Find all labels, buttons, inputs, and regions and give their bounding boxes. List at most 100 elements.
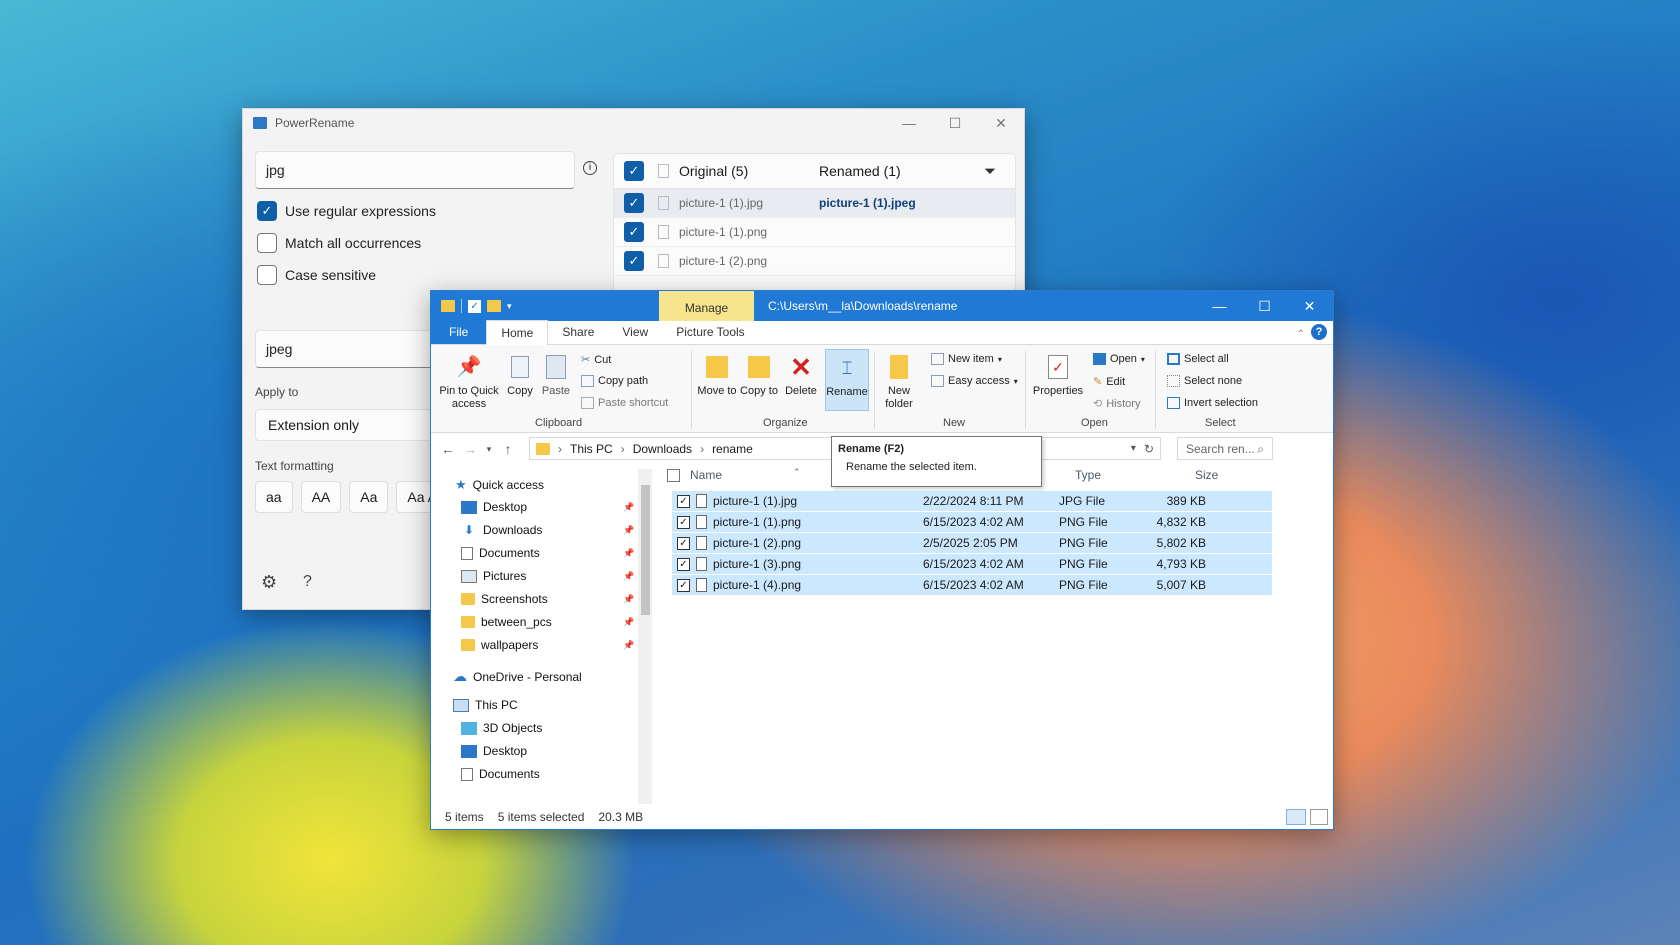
close-button[interactable]: ✕	[978, 115, 1024, 132]
filter-icon[interactable]: ⏷	[984, 163, 996, 180]
breadcrumb-downloads[interactable]: Downloads	[633, 442, 692, 456]
move-to-button[interactable]: Move to	[697, 353, 737, 398]
move-to-icon	[704, 353, 730, 381]
help-icon[interactable]: ?	[303, 573, 312, 591]
nav-item-wallpapers[interactable]: wallpapers	[461, 638, 538, 652]
back-arrow-icon[interactable]: ←	[437, 441, 459, 457]
breadcrumb-rename[interactable]: rename	[712, 442, 753, 456]
up-arrow-icon[interactable]: ↑	[497, 441, 519, 457]
select-all-checkbox[interactable]: ✓	[624, 161, 644, 181]
preview-row[interactable]: ✓ picture-1 (1).jpg picture-1 (1).jpeg	[614, 189, 1015, 218]
paste-button[interactable]: Paste	[539, 353, 573, 398]
nav-item-pictures[interactable]: Pictures	[461, 569, 526, 583]
help-icon[interactable]: ?	[1311, 324, 1327, 340]
select-all-files-checkbox[interactable]	[667, 468, 680, 482]
file-row[interactable]: ✓ picture-1 (4).png 6/15/2023 4:02 AM PNG F…	[672, 575, 1272, 595]
new-item-button[interactable]: New item ▾	[931, 353, 1002, 365]
documents-icon	[461, 546, 473, 560]
edit-button[interactable]: ✎ Edit	[1093, 375, 1125, 389]
folder-icon	[461, 593, 475, 605]
new-folder-qat-icon[interactable]	[487, 300, 501, 312]
tab-file[interactable]: File	[431, 320, 487, 344]
forward-arrow-icon[interactable]: →	[459, 441, 481, 457]
refresh-icon[interactable]: ↻	[1144, 442, 1154, 456]
pinned-icon: 📌	[623, 617, 635, 627]
file-row[interactable]: ✓ picture-1 (2).png 2/5/2025 2:05 PM PNG Fi…	[672, 533, 1272, 553]
column-type[interactable]: Type	[1075, 468, 1195, 482]
titlecase-button[interactable]: Aa	[349, 481, 389, 513]
uppercase-button[interactable]: AA	[300, 481, 342, 513]
rename-button[interactable]: ⌶ Rename	[825, 349, 869, 411]
column-size[interactable]: Size	[1195, 468, 1218, 482]
cut-button[interactable]: ✂ Cut	[581, 353, 611, 367]
row-checkbox[interactable]: ✓	[677, 536, 690, 550]
nav-item-3d-objects[interactable]: 3D Objects	[461, 721, 542, 735]
nav-item-between-pcs[interactable]: between_pcs	[461, 615, 552, 629]
minimize-button[interactable]: —	[886, 115, 932, 132]
nav-item-pc-desktop[interactable]: Desktop	[461, 744, 527, 758]
tab-home[interactable]: Home	[486, 320, 549, 345]
select-all-button[interactable]: Select all	[1167, 353, 1229, 365]
easy-access-icon	[931, 375, 944, 387]
open-button[interactable]: Open ▾	[1093, 353, 1145, 365]
select-none-button[interactable]: Select none	[1167, 375, 1242, 387]
minimize-button[interactable]: —	[1197, 291, 1242, 321]
nav-item-downloads[interactable]: ⬇ Downloads	[461, 523, 542, 537]
properties-button[interactable]: ✓ Properties	[1031, 353, 1085, 398]
paste-shortcut-button[interactable]: Paste shortcut	[581, 397, 668, 409]
recent-locations-icon[interactable]: ▾	[481, 444, 497, 455]
file-row[interactable]: ✓ picture-1 (1).png 6/15/2023 4:02 AM PNG F…	[672, 512, 1272, 532]
tab-picture-tools[interactable]: Picture Tools	[662, 320, 758, 344]
copy-path-button[interactable]: Copy path	[581, 375, 648, 387]
preview-row[interactable]: ✓ picture-1 (1).png	[614, 218, 1015, 247]
apply-to-label: Apply to	[255, 385, 299, 399]
row-checkbox[interactable]: ✓	[677, 515, 690, 529]
nav-item-pc-documents[interactable]: Documents	[461, 767, 540, 781]
file-row[interactable]: ✓ picture-1 (1).jpg 2/22/2024 8:11 PM JPG F…	[672, 491, 1272, 511]
search-input[interactable]: jpg	[255, 151, 575, 189]
details-view-icon[interactable]	[1286, 809, 1306, 825]
large-icons-view-icon[interactable]	[1310, 809, 1328, 825]
invert-selection-button[interactable]: Invert selection	[1167, 397, 1258, 409]
lowercase-button[interactable]: aa	[255, 481, 293, 513]
preview-row[interactable]: ✓ picture-1 (2).png	[614, 247, 1015, 276]
tab-share[interactable]: Share	[548, 320, 608, 344]
maximize-button[interactable]: ☐	[1242, 291, 1287, 321]
new-folder-icon	[886, 353, 912, 381]
use-regex-checkbox[interactable]: ✓ Use regular expressions	[257, 201, 436, 221]
case-sensitive-checkbox[interactable]: Case sensitive	[257, 265, 376, 285]
file-row[interactable]: ✓ picture-1 (3).png 6/15/2023 4:02 AM PNG F…	[672, 554, 1272, 574]
manage-tab[interactable]: Manage	[659, 291, 754, 321]
breadcrumb-this-pc[interactable]: This PC	[570, 442, 613, 456]
address-dropdown-icon[interactable]: ▾	[1131, 443, 1136, 454]
renamed-header: Renamed (1)	[819, 163, 901, 179]
ribbon-tabs: File Home Share View Picture Tools ⌃ ?	[431, 320, 1333, 345]
close-button[interactable]: ✕	[1287, 291, 1332, 321]
easy-access-button[interactable]: Easy access ▾	[931, 375, 1018, 387]
nav-this-pc[interactable]: This PC	[453, 698, 518, 712]
row-checkbox[interactable]: ✓	[677, 578, 690, 592]
info-icon[interactable]: i	[583, 161, 597, 175]
tab-view[interactable]: View	[608, 320, 662, 344]
new-folder-button[interactable]: New folder	[879, 353, 919, 411]
row-checkbox[interactable]: ✓	[677, 557, 690, 571]
nav-quick-access[interactable]: ★ Quick access	[455, 477, 544, 493]
pin-to-quick-access-button[interactable]: 📌 Pin to Quick access	[437, 353, 501, 411]
select-all-icon	[1167, 353, 1180, 365]
match-all-checkbox[interactable]: Match all occurrences	[257, 233, 421, 253]
collapse-ribbon-icon[interactable]: ⌃	[1291, 325, 1311, 344]
history-button[interactable]: ⟲ History	[1093, 397, 1140, 411]
copy-to-button[interactable]: Copy to	[739, 353, 779, 398]
nav-item-desktop[interactable]: Desktop	[461, 500, 527, 514]
row-checkbox[interactable]: ✓	[677, 494, 690, 508]
customize-qat-icon[interactable]: ▾	[507, 301, 512, 312]
nav-onedrive[interactable]: ☁ OneDrive - Personal	[453, 668, 582, 685]
nav-item-documents[interactable]: Documents	[461, 546, 540, 560]
maximize-button[interactable]: ☐	[932, 115, 978, 132]
delete-button[interactable]: ✕ Delete	[781, 353, 821, 398]
settings-gear-icon[interactable]: ⚙	[261, 572, 277, 593]
search-box[interactable]: Search ren... ⌕	[1177, 437, 1273, 460]
copy-button[interactable]: Copy	[503, 353, 537, 398]
nav-item-screenshots[interactable]: Screenshots	[461, 592, 548, 606]
properties-qat-icon[interactable]: ✓	[468, 299, 481, 313]
